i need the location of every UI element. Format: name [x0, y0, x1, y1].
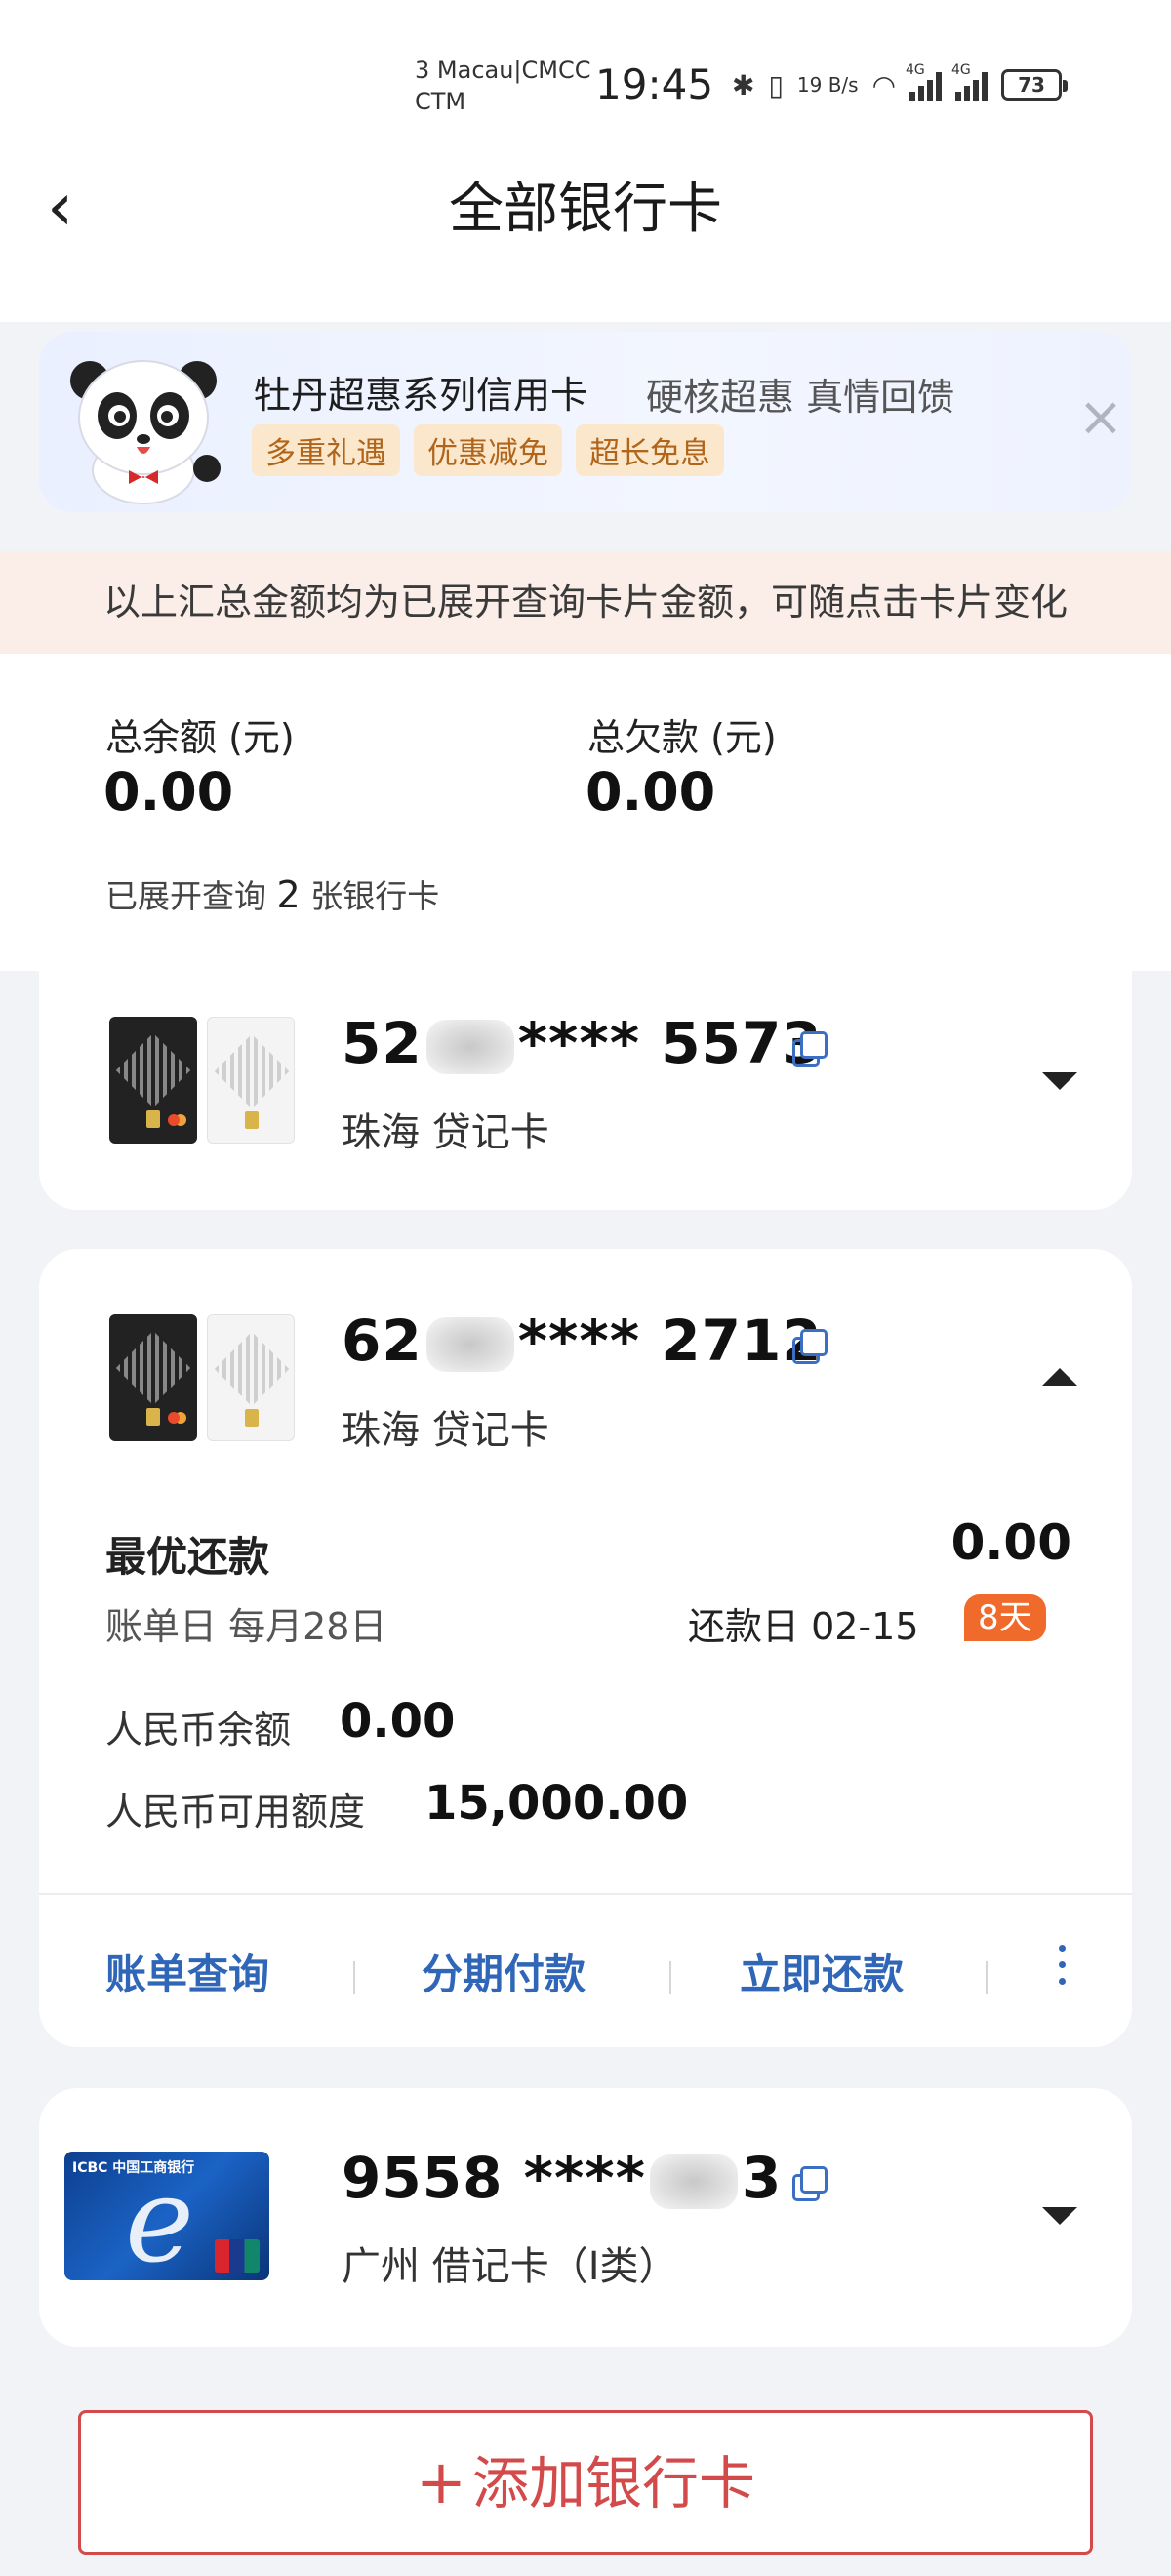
repay-day: 还款日 02-15 — [688, 1605, 919, 1648]
card-region: 广州 借记卡（I类） — [342, 2244, 678, 2289]
promo-subtitle: 硬核超惠 真情回馈 — [646, 376, 955, 419]
promo-tags: 多重礼遇 优惠减免 超长免息 — [252, 424, 724, 476]
signal-tag: 4G — [951, 62, 971, 78]
net-speed: 19 B/s — [796, 73, 859, 97]
collapse-caret-icon[interactable] — [1042, 1368, 1077, 1386]
copy-icon[interactable] — [792, 1329, 828, 1364]
card-number-prefix: 52 — [342, 1010, 423, 1076]
panda-mascot-icon — [70, 360, 221, 504]
total-balance-value: 0.00 — [103, 761, 234, 823]
status-bar: 3 Macau|CMCC CTM 19:45 ✱ ▯ 19 B/s ◠ 4G 4… — [0, 0, 1171, 146]
expand-caret-icon[interactable] — [1042, 2207, 1077, 2225]
plus-icon: + — [416, 2446, 466, 2517]
masked-digits — [425, 1019, 514, 1074]
masked-digits — [425, 1316, 514, 1372]
add-card-label: 添加银行卡 — [471, 2450, 755, 2516]
signal-icon: 4G — [951, 62, 989, 101]
promo-title: 牡丹超惠系列信用卡 — [254, 374, 588, 417]
card-image-light — [207, 1314, 295, 1441]
bank-card-item[interactable]: 52 **** 5573 珠海 贷记卡 — [39, 971, 1132, 1210]
carrier-text: 3 Macau|CMCC CTM — [415, 57, 591, 115]
total-debt-value: 0.00 — [586, 761, 716, 823]
card-number-prefix: 62 — [342, 1308, 423, 1374]
card-image-dark — [109, 1017, 197, 1144]
card-number: 62 **** 2712 — [342, 1308, 823, 1374]
clock: 19:45 — [595, 60, 714, 108]
best-repay-value: 0.00 — [950, 1514, 1071, 1571]
card-number: 9558 **** 3 — [342, 2145, 782, 2211]
card-number-suffix: 3 — [741, 2145, 783, 2211]
masked-digits — [649, 2153, 738, 2209]
separator — [353, 1961, 355, 1994]
rmb-balance-value: 0.00 — [340, 1694, 456, 1749]
card-region: 珠海 贷记卡 — [342, 1110, 549, 1155]
close-icon: × — [1077, 385, 1124, 449]
battery-icon: 73 — [1001, 69, 1069, 101]
unionpay-logo-icon — [215, 2239, 260, 2273]
best-repay-label: 最优还款 — [105, 1533, 270, 1581]
wifi-icon: ◠ — [871, 68, 897, 101]
bill-day: 账单日 每月28日 — [105, 1605, 387, 1648]
copy-icon[interactable] — [792, 1031, 828, 1067]
rmb-credit-value: 15,000.00 — [424, 1776, 689, 1831]
card-image-dark — [109, 1314, 197, 1441]
installment-button[interactable]: 分期付款 — [422, 1942, 586, 2001]
vibrate-icon: ▯ — [768, 68, 784, 101]
promo-tag: 优惠减免 — [414, 424, 562, 476]
close-button[interactable]: × — [1073, 390, 1128, 447]
summary-panel: 总余额 (元) 0.00 总欠款 (元) 0.00 已展开查询 2 张银行卡 — [0, 654, 1171, 971]
count-number: 2 — [276, 873, 301, 916]
summary-notice: 以上汇总金额均为已展开查询卡片金额，可随点击卡片变化 — [0, 551, 1171, 654]
separator — [669, 1961, 671, 1994]
expand-caret-icon[interactable] — [1042, 1072, 1077, 1090]
expanded-count: 已展开查询 2 张银行卡 — [105, 870, 439, 917]
add-bank-card-button[interactable]: + 添加银行卡 — [78, 2410, 1093, 2555]
card-region: 珠海 贷记卡 — [342, 1408, 549, 1453]
bank-card-item-expanded[interactable]: 62 **** 2712 珠海 贷记卡 最优还款 0.00 账单日 每月28日 还… — [39, 1249, 1132, 2047]
rmb-balance-label: 人民币余额 — [105, 1709, 292, 1751]
card-number-suffix: **** 5573 — [517, 1010, 823, 1076]
card-image-light — [207, 1017, 295, 1144]
card-number-prefix: 9558 **** — [342, 2145, 646, 2211]
card-number: 52 **** 5573 — [342, 1010, 823, 1076]
nav-header: ‹ 全部银行卡 — [0, 146, 1171, 322]
separator — [986, 1961, 988, 1994]
signal-icon: 4G — [906, 62, 943, 101]
bill-query-button[interactable]: 账单查询 — [105, 1942, 269, 2001]
total-balance-label: 总余额 (元) — [105, 716, 295, 759]
bluetooth-icon: ✱ — [732, 68, 755, 101]
promo-tag: 超长免息 — [576, 424, 724, 476]
count-prefix: 已展开查询 — [105, 877, 266, 915]
status-icons: ✱ ▯ 19 B/s ◠ 4G 4G 73 — [732, 60, 1069, 109]
rmb-credit-label: 人民币可用额度 — [105, 1791, 366, 1833]
promo-banner[interactable]: 牡丹超惠系列信用卡 硬核超惠 真情回馈 多重礼遇 优惠减免 超长免息 × — [39, 332, 1132, 512]
page-title: 全部银行卡 — [449, 178, 722, 241]
divider — [39, 1893, 1132, 1895]
icbc-card-image: ICBC 中国工商银行 e — [64, 2152, 269, 2280]
repay-now-button[interactable]: 立即还款 — [740, 1942, 904, 2001]
card-number-suffix: **** 2712 — [517, 1308, 823, 1374]
count-suffix: 张银行卡 — [310, 877, 440, 915]
signal-tag: 4G — [906, 62, 925, 78]
promo-tag: 多重礼遇 — [252, 424, 400, 476]
days-left-badge: 8天 — [964, 1594, 1046, 1641]
copy-icon[interactable] — [792, 2166, 828, 2201]
more-options-icon[interactable] — [1056, 1940, 1068, 1998]
total-debt-label: 总欠款 (元) — [587, 716, 777, 759]
